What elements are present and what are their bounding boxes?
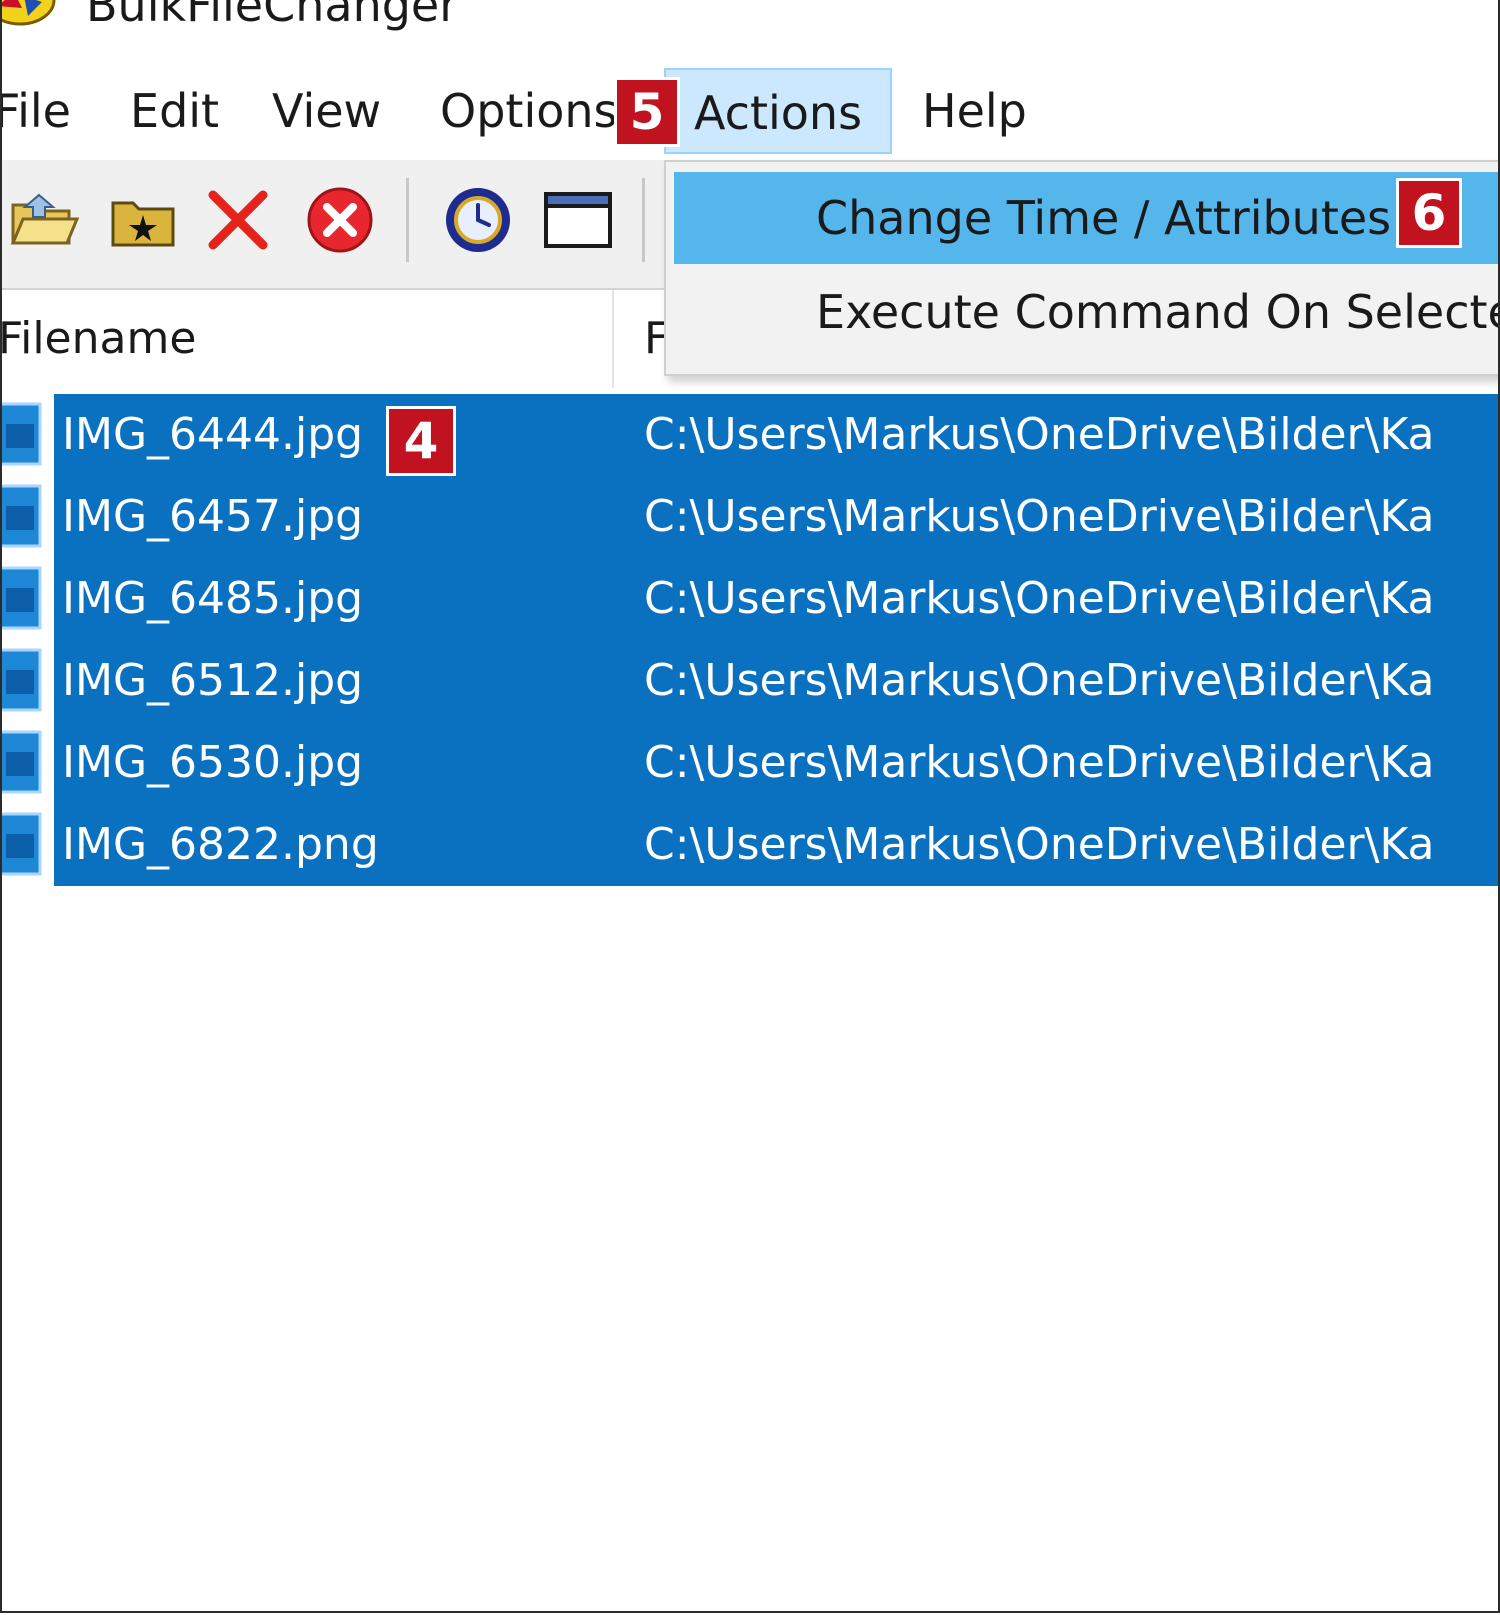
filename-cell: IMG_6485.jpg [62, 573, 364, 624]
menu-bar: File Edit View Options Actions Help [2, 68, 1498, 158]
column-header-filename[interactable]: Filename [2, 290, 614, 388]
path-cell: C:\Users\Markus\OneDrive\Bilder\Ka [644, 573, 1435, 624]
add-folder-icon [111, 201, 175, 247]
window-button[interactable] [540, 182, 616, 258]
delete-button[interactable] [200, 182, 276, 258]
actions-dropdown-menu: Change Time / Attributes Execute Command… [664, 160, 1498, 376]
menu-view[interactable]: View [272, 68, 381, 154]
callout-badge-actions: 5 [614, 77, 680, 147]
table-row[interactable]: IMG_6822.png C:\Users\Markus\OneDrive\Bi… [2, 804, 1498, 886]
filename-cell: IMG_6512.jpg [62, 655, 364, 706]
delete-icon [208, 190, 268, 250]
path-cell: C:\Users\Markus\OneDrive\Bilder\Ka [644, 655, 1435, 706]
toolbar-separator [406, 178, 409, 262]
image-file-icon [2, 566, 42, 630]
menu-edit[interactable]: Edit [130, 68, 219, 154]
table-row[interactable]: IMG_6457.jpg C:\Users\Markus\OneDrive\Bi… [2, 476, 1498, 558]
title-bar: BulkFileChanger [2, 0, 1498, 52]
open-folder-button[interactable] [6, 182, 82, 258]
filename-cell: IMG_6822.png [62, 819, 379, 870]
table-row[interactable]: IMG_6512.jpg C:\Users\Markus\OneDrive\Bi… [2, 640, 1498, 722]
image-file-icon [2, 730, 42, 794]
image-file-icon [2, 812, 42, 876]
menu-file[interactable]: File [2, 68, 71, 154]
toolbar-separator [642, 178, 645, 262]
filename-cell: IMG_6457.jpg [62, 491, 364, 542]
path-cell: C:\Users\Markus\OneDrive\Bilder\Ka [644, 819, 1435, 870]
window-title: BulkFileChanger [86, 0, 459, 32]
add-folder-button[interactable] [106, 182, 182, 258]
table-row[interactable]: IMG_6530.jpg C:\Users\Markus\OneDrive\Bi… [2, 722, 1498, 804]
clock-button[interactable] [440, 182, 516, 258]
menu-item-execute-command[interactable]: Execute Command On Selecte [674, 266, 1498, 358]
window-icon [544, 192, 612, 248]
image-file-icon [2, 484, 42, 548]
path-cell: C:\Users\Markus\OneDrive\Bilder\Ka [644, 409, 1435, 460]
callout-badge-files: 4 [386, 406, 456, 476]
file-list: IMG_6444.jpg C:\Users\Markus\OneDrive\Bi… [2, 394, 1498, 886]
image-file-icon [2, 402, 42, 466]
menu-actions[interactable]: Actions [664, 68, 892, 154]
menu-options[interactable]: Options [440, 68, 616, 154]
stop-button[interactable] [302, 182, 378, 258]
image-file-icon [2, 648, 42, 712]
menu-help[interactable]: Help [922, 68, 1027, 154]
filename-cell: IMG_6530.jpg [62, 737, 364, 788]
clock-icon [446, 188, 510, 252]
menu-item-change-time-attributes[interactable]: Change Time / Attributes [674, 172, 1498, 264]
table-row[interactable]: IMG_6444.jpg C:\Users\Markus\OneDrive\Bi… [2, 394, 1498, 476]
app-icon [2, 0, 56, 26]
path-cell: C:\Users\Markus\OneDrive\Bilder\Ka [644, 737, 1435, 788]
table-row[interactable]: IMG_6485.jpg C:\Users\Markus\OneDrive\Bi… [2, 558, 1498, 640]
app-window: BulkFileChanger File Edit View Options A… [0, 0, 1500, 1613]
open-folder-icon [10, 193, 79, 245]
path-cell: C:\Users\Markus\OneDrive\Bilder\Ka [644, 491, 1435, 542]
stop-icon [307, 187, 373, 253]
callout-badge-change-time: 6 [1396, 178, 1462, 248]
filename-cell: IMG_6444.jpg [62, 409, 364, 460]
